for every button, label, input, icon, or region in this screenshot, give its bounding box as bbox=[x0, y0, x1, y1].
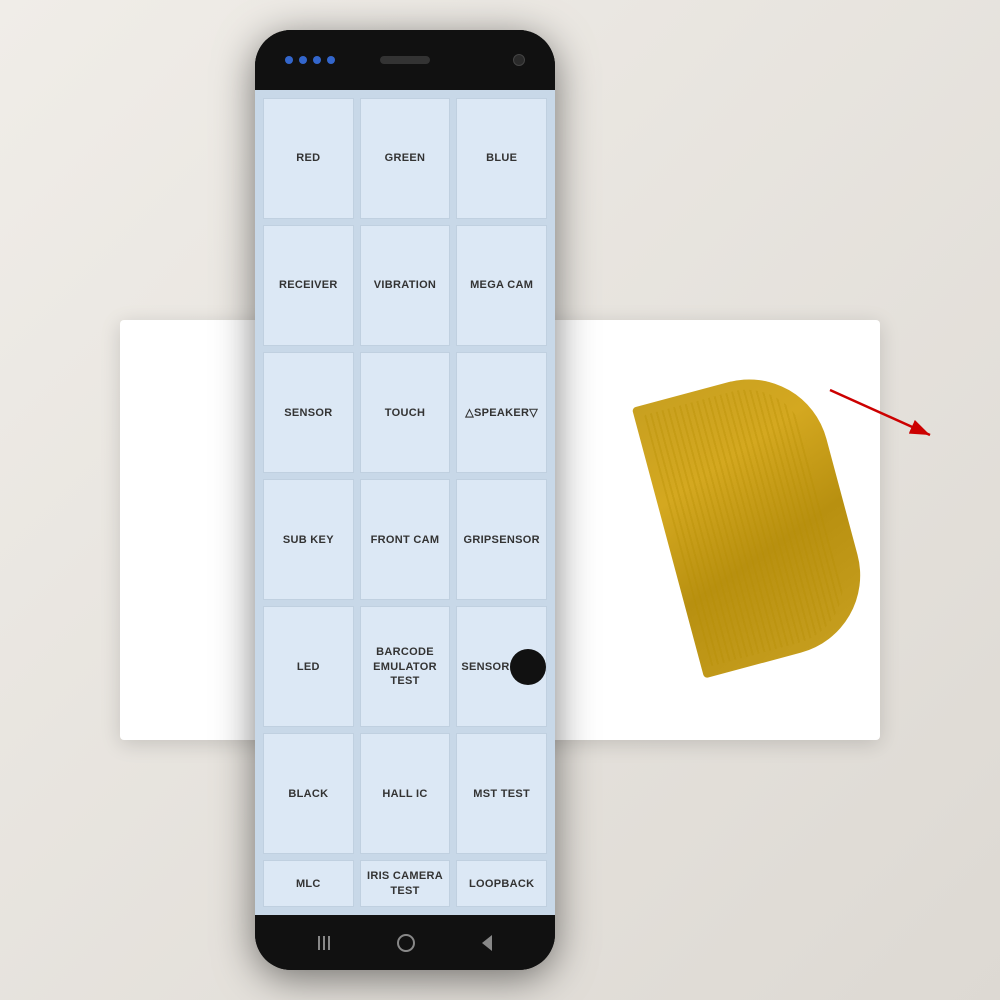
back-button[interactable] bbox=[482, 935, 492, 951]
speaker-grille bbox=[380, 56, 430, 64]
cell-receiver[interactable]: RECEIVER bbox=[263, 225, 354, 346]
scene: RED GREEN BLUE RECEIVER VIBRATION MEGA C… bbox=[0, 0, 1000, 1000]
cell-loopback[interactable]: LOOPBACK bbox=[456, 860, 547, 907]
cell-red[interactable]: RED bbox=[263, 98, 354, 219]
cell-sub-key[interactable]: SUB KEY bbox=[263, 479, 354, 600]
cell-mlc[interactable]: MLC bbox=[263, 860, 354, 907]
cell-mega-cam[interactable]: MEGA CAM bbox=[456, 225, 547, 346]
back-icon bbox=[482, 935, 492, 951]
sensor-dots bbox=[285, 56, 335, 64]
recent-apps-button[interactable] bbox=[318, 936, 330, 950]
cell-iris-camera[interactable]: IRIS CAMERA TEST bbox=[360, 860, 451, 907]
cell-led[interactable]: LED bbox=[263, 606, 354, 727]
screen: RED GREEN BLUE RECEIVER VIBRATION MEGA C… bbox=[255, 90, 555, 915]
navigation-bar bbox=[255, 915, 555, 970]
led-dot-4 bbox=[327, 56, 335, 64]
test-menu-grid: RED GREEN BLUE RECEIVER VIBRATION MEGA C… bbox=[255, 90, 555, 915]
cell-hall-ic[interactable]: HALL IC bbox=[360, 733, 451, 854]
led-dot-2 bbox=[299, 56, 307, 64]
cell-black[interactable]: BLACK bbox=[263, 733, 354, 854]
phone-device: RED GREEN BLUE RECEIVER VIBRATION MEGA C… bbox=[255, 30, 555, 970]
led-dot-3 bbox=[313, 56, 321, 64]
cell-green[interactable]: GREEN bbox=[360, 98, 451, 219]
home-button[interactable] bbox=[397, 934, 415, 952]
recent-apps-icon bbox=[318, 936, 330, 950]
cell-barcode-emulator[interactable]: BARCODE EMULATOR TEST bbox=[360, 606, 451, 727]
cell-speaker[interactable]: △SPEAKER▽ bbox=[456, 352, 547, 473]
cell-sensor[interactable]: SENSOR bbox=[263, 352, 354, 473]
black-circle-overlay bbox=[510, 649, 546, 685]
cell-mst-test[interactable]: MST TEST bbox=[456, 733, 547, 854]
cell-front-cam[interactable]: FRONT CAM bbox=[360, 479, 451, 600]
home-icon bbox=[397, 934, 415, 952]
phone-top-bar bbox=[255, 30, 555, 90]
cell-vibration[interactable]: VIBRATION bbox=[360, 225, 451, 346]
cell-sensorhub[interactable]: SENSORHUB TE bbox=[456, 606, 547, 727]
cell-touch[interactable]: TOUCH bbox=[360, 352, 451, 473]
cell-blue[interactable]: BLUE bbox=[456, 98, 547, 219]
front-camera bbox=[513, 54, 525, 66]
led-dot-1 bbox=[285, 56, 293, 64]
cell-gripsensor[interactable]: GRIPSENSOR bbox=[456, 479, 547, 600]
